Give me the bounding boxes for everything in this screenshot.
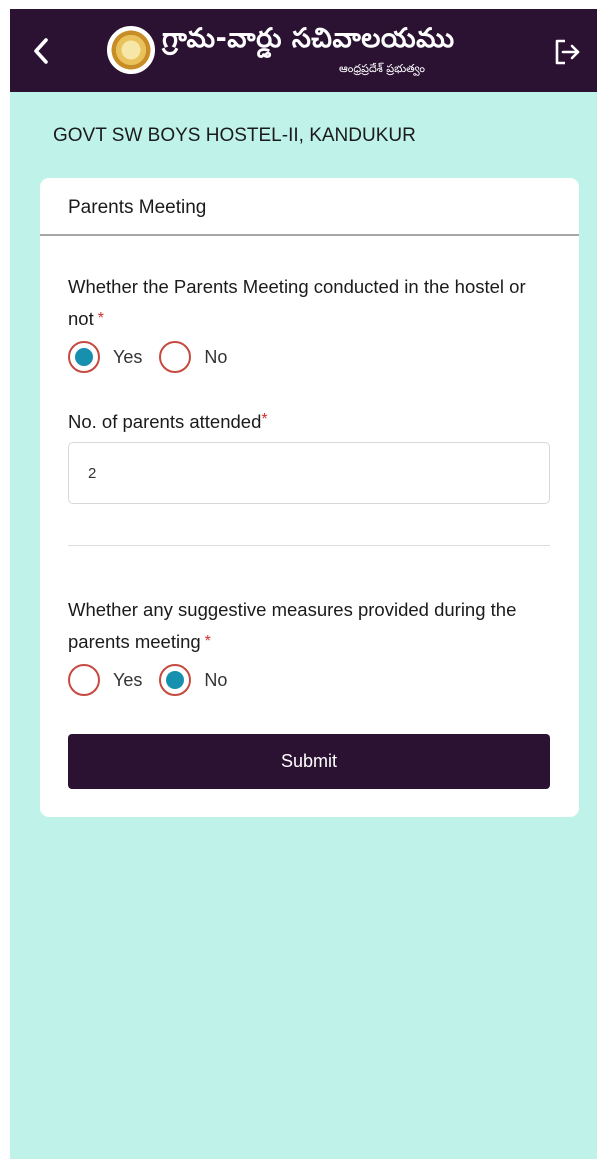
suggestive-measures-yes-label[interactable]: Yes: [113, 670, 142, 691]
brand-subtitle: ఆంధ్రప్రదేశ్ ప్రభుత్వం: [339, 62, 426, 75]
app-header: గ్రామ-వార్డు సచివాలయము ఆంధ్రప్రదేశ్ ప్రభ…: [10, 9, 597, 92]
section-divider: [68, 545, 550, 546]
question-suggestive-measures-text: Whether any suggestive measures provided…: [68, 599, 517, 652]
required-asterisk: *: [204, 633, 211, 650]
logout-button[interactable]: [551, 35, 585, 69]
suggestive-measures-no-radio[interactable]: [159, 664, 192, 696]
brand-title: గ్రామ-వార్డు సచివాలయము: [162, 23, 455, 54]
question-suggestive-measures: Whether any suggestive measures provided…: [68, 594, 548, 658]
parents-meeting-card: Parents Meeting Whether the Parents Meet…: [40, 178, 579, 817]
meeting-conducted-yes-radio[interactable]: [68, 341, 100, 373]
government-emblem-icon: [107, 26, 155, 74]
meeting-conducted-no-label[interactable]: No: [204, 347, 227, 368]
suggestive-measures-no-label[interactable]: No: [204, 670, 227, 691]
card-title: Parents Meeting: [68, 197, 207, 218]
hostel-name: GOVT SW BOYS HOSTEL-II, KANDUKUR: [53, 125, 416, 146]
meeting-conducted-no-radio[interactable]: [159, 341, 192, 373]
question-meeting-conducted-text: Whether the Parents Meeting conducted in…: [68, 276, 526, 329]
required-asterisk: *: [97, 310, 104, 327]
radio-selected-dot: [166, 671, 185, 689]
question-meeting-conducted: Whether the Parents Meeting conducted in…: [68, 271, 548, 335]
suggestive-measures-radio-group: Yes No: [68, 664, 244, 696]
logout-icon: [555, 39, 580, 65]
submit-button[interactable]: Submit: [68, 734, 550, 789]
required-asterisk: *: [261, 411, 268, 428]
app-screen: గ్రామ-వార్డు సచివాలయము ఆంధ్రప్రదేశ్ ప్రభ…: [10, 9, 597, 1159]
chevron-left-icon: [34, 38, 48, 64]
back-button[interactable]: [26, 31, 56, 71]
parents-attended-label-text: No. of parents attended: [68, 411, 262, 432]
meeting-conducted-yes-label[interactable]: Yes: [113, 347, 142, 368]
parents-attended-input[interactable]: [68, 442, 550, 504]
parents-attended-label: No. of parents attended*: [68, 411, 268, 433]
meeting-conducted-radio-group: Yes No: [68, 341, 244, 373]
card-divider: [40, 234, 579, 236]
radio-selected-dot: [75, 348, 93, 366]
suggestive-measures-yes-radio[interactable]: [68, 664, 100, 696]
